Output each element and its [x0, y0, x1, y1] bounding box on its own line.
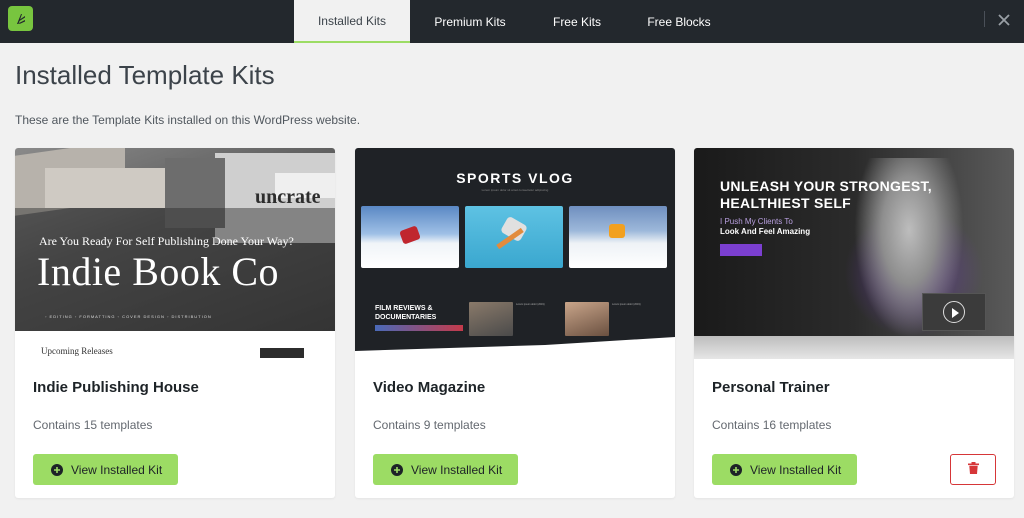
- tab-premium-kits[interactable]: Premium Kits: [420, 0, 520, 43]
- thumbnail-floor: [694, 336, 1014, 359]
- delete-kit-button[interactable]: [950, 454, 996, 485]
- view-installed-kit-button[interactable]: View Installed Kit: [712, 454, 857, 485]
- kit-card-indie-publishing: uncrate Are You Ready For Self Publishin…: [15, 148, 335, 498]
- toolbar-divider: [984, 11, 985, 27]
- view-installed-kit-button[interactable]: View Installed Kit: [33, 454, 178, 485]
- plus-circle-icon: [391, 463, 403, 476]
- elementor-kit-logo-icon[interactable]: [8, 6, 33, 31]
- view-installed-kit-button[interactable]: View Installed Kit: [373, 454, 518, 485]
- top-bar: Installed Kits Premium Kits Free Kits Fr…: [0, 0, 1024, 43]
- thumbnail-wave: [355, 337, 675, 359]
- view-installed-kit-label: View Installed Kit: [71, 462, 163, 477]
- close-icon[interactable]: [992, 9, 1016, 31]
- page-description: These are the Template Kits installed on…: [15, 113, 361, 127]
- thumbnail-film-heading: FILM REVIEWS & DOCUMENTARIES: [375, 304, 436, 322]
- heading-line-1: UNLEASH YOUR STRONGEST,: [720, 178, 932, 194]
- thumbnail-video: [922, 293, 986, 331]
- thumbnail-image-snowboard: [465, 206, 563, 268]
- thumbnail-button: [720, 244, 762, 256]
- kit-thumbnail[interactable]: UNLEASH YOUR STRONGEST, HEALTHIEST SELF …: [694, 148, 1014, 359]
- thumbnail-heading: UNLEASH YOUR STRONGEST, HEALTHIEST SELF: [720, 178, 932, 212]
- page-title: Installed Template Kits: [15, 60, 275, 90]
- tab-free-blocks[interactable]: Free Blocks: [636, 0, 722, 43]
- film-line-2: DOCUMENTARIES: [375, 314, 437, 321]
- kit-name: Video Magazine: [373, 379, 486, 396]
- thumbnail-button: [260, 348, 304, 358]
- play-icon: [943, 301, 965, 323]
- film-line-1: FILM REVIEWS &: [375, 305, 433, 312]
- thumbnail-subheading-2: Look And Feel Amazing: [720, 227, 811, 236]
- thumbnail-bar: [375, 325, 463, 331]
- kit-template-count: Contains 9 templates: [373, 418, 486, 432]
- kit-thumbnail[interactable]: uncrate Are You Ready For Self Publishin…: [15, 148, 335, 359]
- plus-circle-icon: [51, 463, 63, 476]
- thumbnail-nav: ◦ EDITING ◦ FORMATTING ◦ COVER DESIGN ◦ …: [45, 314, 212, 319]
- trash-icon: [967, 461, 979, 479]
- thumbnail-image-skier: [361, 206, 459, 268]
- thumbnail-upcoming: Upcoming Releases: [41, 346, 113, 356]
- thumbnail-heading: Are You Ready For Self Publishing Done Y…: [39, 234, 294, 248]
- tab-installed-kits[interactable]: Installed Kits: [294, 0, 410, 43]
- kit-template-count: Contains 16 templates: [712, 418, 832, 432]
- view-installed-kit-label: View Installed Kit: [411, 462, 503, 477]
- thumbnail-subheading-1: I Push My Clients To: [720, 217, 793, 226]
- kit-card-video-magazine: SPORTS VLOG Lorem ipsum dolor sit amet c…: [355, 148, 675, 498]
- thumbnail-image-skier2: [569, 206, 667, 268]
- kit-name: Personal Trainer: [712, 379, 830, 396]
- plus-circle-icon: [730, 463, 742, 476]
- kit-card-personal-trainer: UNLEASH YOUR STRONGEST, HEALTHIEST SELF …: [694, 148, 1014, 498]
- tab-free-kits[interactable]: Free Kits: [540, 0, 614, 43]
- view-installed-kit-label: View Installed Kit: [750, 462, 842, 477]
- thumbnail-subtitle: Lorem ipsum dolor sit amet consectetur a…: [481, 188, 549, 192]
- thumbnail-title: Indie Book Co: [37, 249, 280, 294]
- thumbnail-small-image-1: [469, 302, 513, 336]
- kit-name: Indie Publishing House: [33, 379, 199, 396]
- thumbnail-small-image-2: [565, 302, 609, 336]
- thumbnail-title: SPORTS VLOG: [456, 170, 574, 186]
- thumbnail-item-text-1: Lorem ipsum dolor (2019): [516, 303, 545, 306]
- kit-template-count: Contains 15 templates: [33, 418, 153, 432]
- heading-line-2: HEALTHIEST SELF: [720, 195, 852, 211]
- thumbnail-item-text-2: Lorem ipsum dolor (2019): [612, 303, 641, 306]
- kit-thumbnail[interactable]: SPORTS VLOG Lorem ipsum dolor sit amet c…: [355, 148, 675, 359]
